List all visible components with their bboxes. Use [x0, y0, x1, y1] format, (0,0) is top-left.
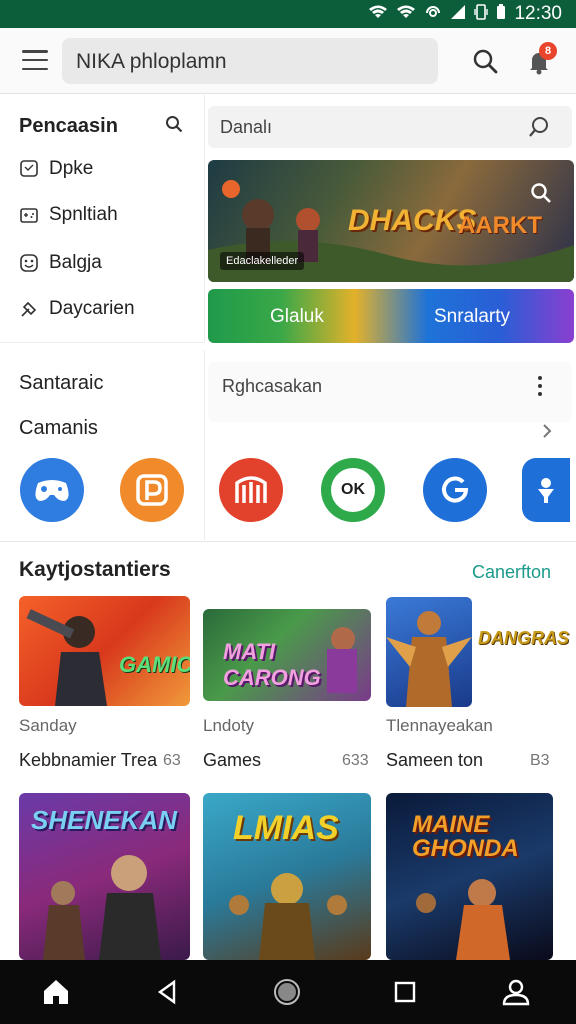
game-card-count: 633 — [342, 752, 369, 769]
wifi-alt-icon — [396, 5, 416, 23]
section-two-header: Rghcasakan — [208, 362, 572, 422]
secondary-search-input[interactable]: Danalı — [208, 106, 572, 148]
back-icon[interactable] — [152, 976, 184, 1008]
game-card-image[interactable] — [386, 597, 472, 707]
system-nav-bar — [0, 960, 576, 1024]
home-icon[interactable] — [40, 976, 72, 1008]
game-card-count: B3 — [530, 752, 550, 769]
category-panel-title: Pencaasin — [19, 115, 118, 137]
search-icon[interactable] — [530, 182, 552, 204]
category-item-label: Balgja — [49, 252, 102, 273]
promo-left-label: Glaluk — [270, 306, 324, 327]
category-item-label: Daycarien — [49, 298, 135, 319]
vibrate-icon — [474, 4, 489, 24]
section-divider — [0, 541, 576, 542]
chevron-right-icon[interactable] — [540, 422, 554, 440]
game-card-title[interactable]: Games — [203, 750, 261, 771]
smile-icon — [20, 254, 38, 272]
search-icon[interactable] — [528, 116, 550, 138]
search-input[interactable]: NIKA phloplamn — [62, 38, 438, 84]
g-logo-icon — [442, 476, 469, 503]
app-icon-m[interactable] — [219, 458, 283, 522]
recents-icon[interactable] — [389, 976, 421, 1008]
category-item-dpke[interactable]: Dpke — [19, 155, 93, 183]
m-logo-icon — [235, 476, 267, 503]
notification-badge: 8 — [539, 42, 557, 60]
game-card-subtitle: Tlennayeakan — [386, 716, 493, 735]
section-two-label: Rghcasakan — [222, 376, 323, 396]
game-card-caption: MATI CARONG — [223, 639, 321, 690]
home-circle-icon[interactable] — [271, 976, 303, 1008]
app-icon-ok[interactable]: OK — [321, 458, 385, 522]
game-card-caption: DANGRAS — [478, 628, 570, 648]
menu-icon[interactable] — [22, 50, 48, 70]
app-bar: NIKA phloplamn 8 — [0, 28, 576, 94]
game-card-caption: MAINE GHONDA — [412, 811, 519, 862]
signal-icon — [450, 4, 466, 24]
game-card-caption: GAMIC — [119, 652, 190, 677]
category-item-balgja[interactable]: Balgja — [19, 249, 102, 277]
controller-icon — [35, 480, 69, 501]
promo-right-label: Snralarty — [434, 306, 511, 327]
ok-logo-icon: OK — [331, 468, 375, 512]
search-icon[interactable] — [165, 115, 183, 133]
banner-badge — [222, 180, 240, 198]
status-time: 12:30 — [514, 3, 562, 24]
more-options-icon[interactable] — [538, 376, 544, 396]
game-card-caption: LMIAS — [233, 809, 339, 847]
wifi-icon — [368, 5, 388, 23]
game-card-subtitle: Lndoty — [203, 716, 255, 735]
app-icon-controller[interactable] — [20, 458, 84, 522]
game-card-art — [386, 611, 472, 707]
category-item-spnltiah[interactable]: Spnltiah — [19, 201, 118, 229]
game-card-image[interactable]: MAINE GHONDA — [386, 793, 553, 960]
app-icon-person[interactable] — [522, 458, 570, 522]
person-logo-icon — [538, 478, 554, 503]
section-three-title: Kaytjostantiers — [19, 558, 171, 581]
battery-icon — [496, 4, 506, 24]
gamepad-icon — [20, 208, 38, 223]
section-two-subtitle: Camanis — [19, 417, 98, 439]
category-panel: Pencaasin Dpke Spnltiah Balgja Daycarien — [0, 95, 205, 343]
category-item-label: Spnltiah — [49, 204, 118, 225]
game-card-title[interactable]: Kebbnamier Trea — [19, 750, 157, 771]
category-item-label: Dpke — [49, 158, 94, 179]
chat-icon — [20, 160, 38, 177]
hotspot-icon — [424, 4, 442, 24]
game-card-subtitle: Sanday — [19, 716, 77, 735]
game-card-caption: SHENEKAN — [31, 805, 177, 835]
promo-split-banner[interactable]: Glaluk Snralarty — [208, 289, 574, 343]
tag-icon — [21, 301, 37, 317]
game-card-image[interactable]: MATI CARONG — [203, 609, 371, 701]
game-card-image[interactable]: SHENEKAN — [19, 793, 190, 960]
category-item-daycarien[interactable]: Daycarien — [19, 295, 135, 323]
app-icon-g[interactable] — [423, 458, 487, 522]
section-two-title: Santaraic — [19, 372, 104, 394]
see-all-link[interactable]: Canerfton — [472, 562, 551, 583]
app-icon-p[interactable] — [120, 458, 184, 522]
search-icon[interactable] — [472, 48, 498, 74]
game-card-count: 63 — [163, 752, 181, 769]
game-card-image[interactable]: LMIAS — [203, 793, 371, 960]
banner-caption: Edaclakelleder — [220, 252, 305, 270]
banner-subtitle: AARKT — [458, 212, 542, 239]
game-card-title[interactable]: Sameen ton — [386, 750, 483, 771]
game-card-image[interactable]: GAMIC — [19, 596, 190, 706]
game-card-art — [26, 609, 107, 706]
p-logo-icon — [136, 474, 168, 506]
status-bar: 12:30 — [0, 0, 576, 28]
profile-icon[interactable] — [500, 976, 532, 1008]
featured-banner[interactable]: DHACKS AARKT Edaclakelleder — [208, 160, 574, 282]
